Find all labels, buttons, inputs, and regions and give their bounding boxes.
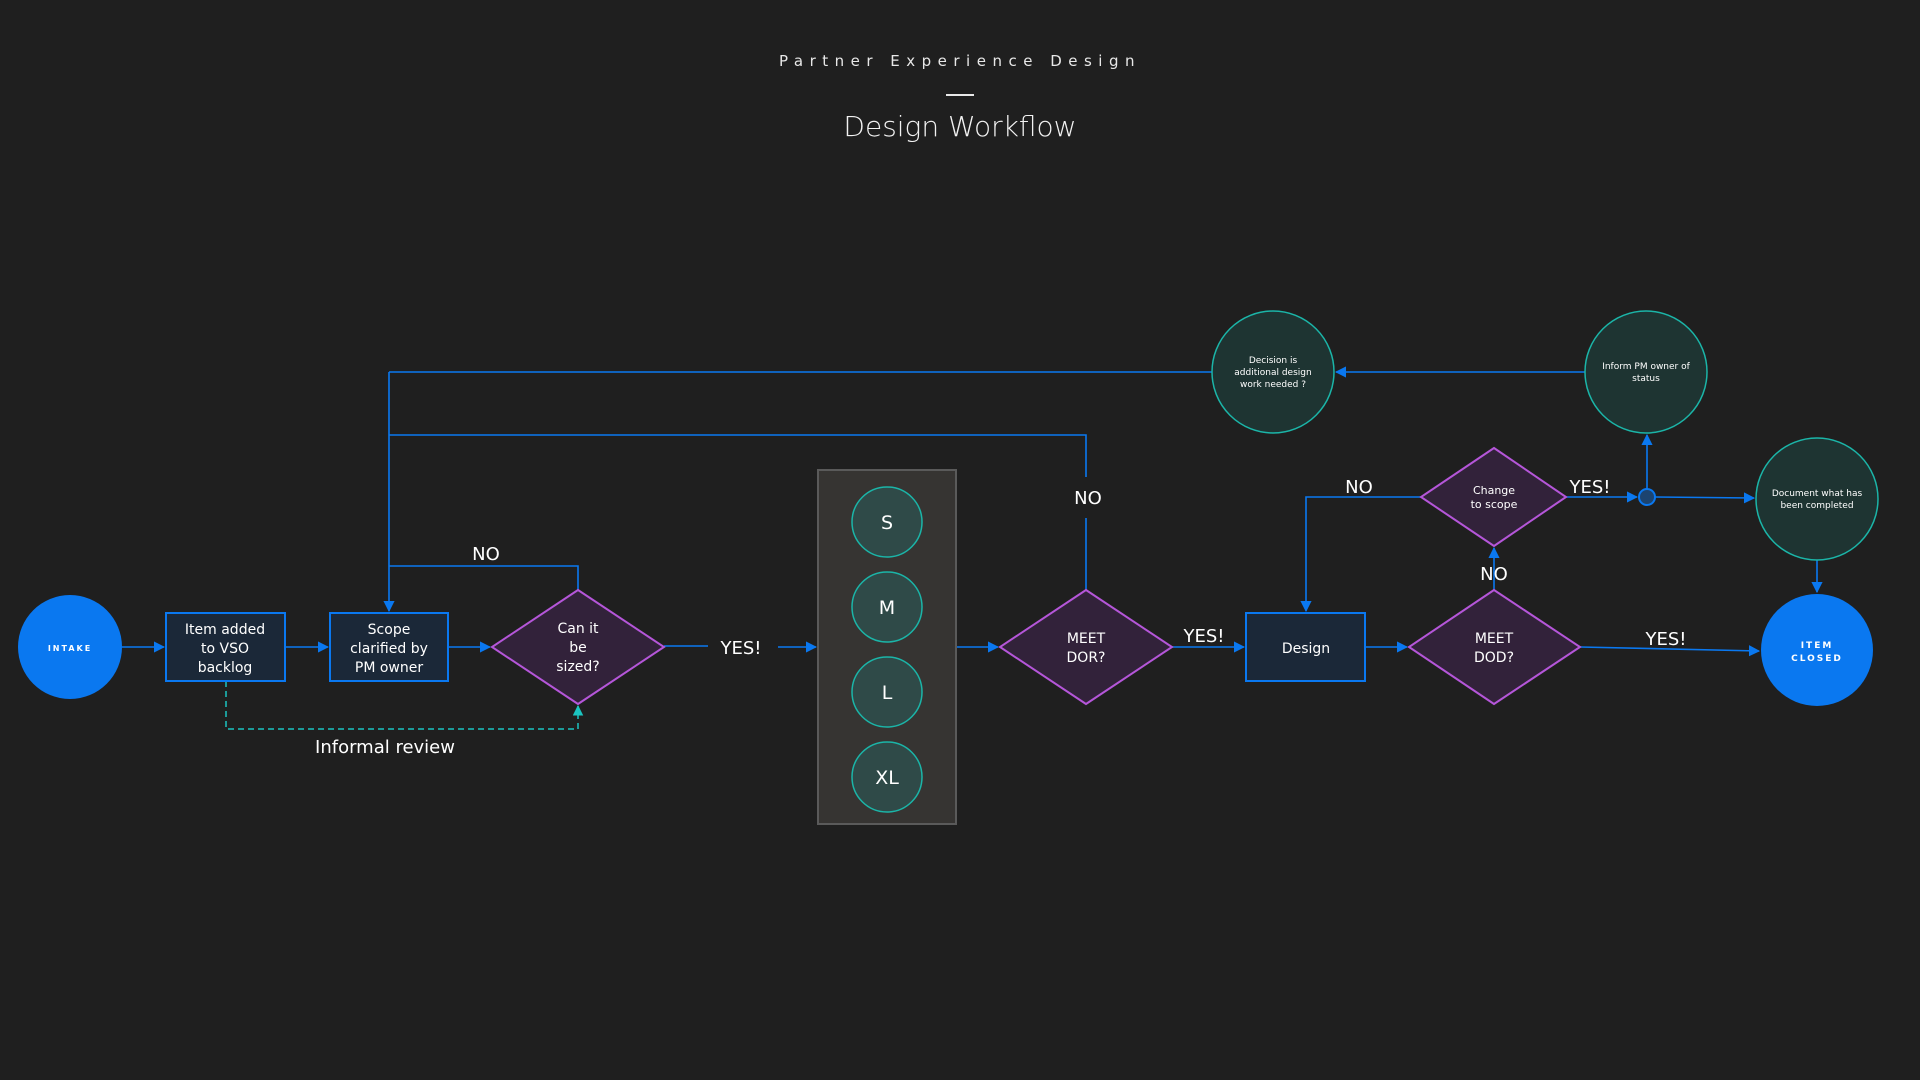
- decision-line-2: additional design: [1234, 368, 1311, 378]
- scope-line-1: Scope: [368, 622, 411, 638]
- sized-line-3: sized?: [556, 659, 599, 675]
- meet-dod-decision[interactable]: MEET DOD?: [1407, 588, 1582, 706]
- size-option-s[interactable]: S: [851, 486, 923, 558]
- inform-line-1: Inform PM owner of: [1602, 362, 1690, 372]
- label-change-yes: YES!: [1568, 477, 1610, 498]
- change-line-2: to scope: [1471, 498, 1518, 511]
- item-added-line-2: to VSO: [201, 641, 249, 657]
- dor-line-1: MEET: [1067, 631, 1106, 647]
- dod-line-1: MEET: [1475, 631, 1514, 647]
- junction-node: [1638, 488, 1656, 506]
- edge-dor-no-b: [389, 434, 1087, 477]
- item-closed-node[interactable]: ITEM CLOSED: [1761, 594, 1873, 706]
- document-line-1: Document what has: [1772, 489, 1863, 499]
- document-completed-node[interactable]: Document what has been completed: [1755, 437, 1879, 561]
- inform-pm-node[interactable]: Inform PM owner of status: [1584, 310, 1708, 434]
- item-added-line-1: Item added: [185, 622, 265, 638]
- closed-line-1: ITEM: [1801, 641, 1834, 651]
- label-dor-yes: YES!: [1182, 626, 1224, 647]
- edge-sized-no: [389, 565, 579, 590]
- intake-node[interactable]: INTAKE: [18, 595, 122, 699]
- closed-line-2: CLOSED: [1791, 654, 1843, 664]
- label-change-no: NO: [1345, 477, 1373, 498]
- decision-line-3: work needed ?: [1240, 380, 1306, 390]
- can-it-be-sized-decision[interactable]: Can it be sized?: [490, 588, 666, 706]
- size-m-label: M: [879, 597, 895, 619]
- label-sized-no: NO: [472, 544, 500, 565]
- intake-label: INTAKE: [48, 644, 92, 653]
- change-to-scope-decision[interactable]: Change to scope: [1419, 446, 1568, 548]
- change-line-1: Change: [1473, 484, 1515, 497]
- scope-line-2: clarified by: [350, 641, 428, 657]
- edge-junction-to-document: [1654, 492, 1756, 504]
- decision-line-1: Decision is: [1249, 356, 1298, 366]
- size-xl-label: XL: [875, 767, 899, 789]
- size-option-m[interactable]: M: [851, 571, 923, 643]
- workflow-diagram: INTAKE Item added to VSO backlog Scope c…: [18, 310, 1879, 825]
- label-informal-review: Informal review: [315, 737, 455, 758]
- dod-line-2: DOD?: [1474, 650, 1514, 666]
- inform-line-2: status: [1632, 374, 1660, 384]
- edge-change-no: [1300, 496, 1421, 613]
- size-option-xl[interactable]: XL: [851, 741, 923, 813]
- scope-clarified-node[interactable]: Scope clarified by PM owner: [329, 612, 449, 682]
- item-added-line-3: backlog: [198, 660, 253, 676]
- label-dor-no: NO: [1074, 488, 1102, 509]
- label-dod-no: NO: [1480, 564, 1508, 585]
- connectors: [122, 366, 1823, 657]
- size-option-l[interactable]: L: [851, 656, 923, 728]
- label-sized-yes: YES!: [719, 638, 761, 659]
- sized-line-1: Can it: [557, 621, 599, 637]
- edge-informal-review: [225, 681, 584, 730]
- size-s-label: S: [881, 512, 893, 534]
- decision-additional-node[interactable]: Decision is additional design work neede…: [1211, 310, 1335, 434]
- scope-line-3: PM owner: [355, 660, 423, 676]
- item-added-node[interactable]: Item added to VSO backlog: [165, 612, 286, 682]
- dor-line-2: DOR?: [1067, 650, 1106, 666]
- size-panel: S M L XL: [817, 469, 957, 825]
- label-dod-yes: YES!: [1644, 629, 1686, 650]
- design-label: Design: [1282, 641, 1330, 657]
- sized-line-2: be: [569, 640, 587, 656]
- design-node[interactable]: Design: [1245, 612, 1366, 682]
- meet-dor-decision[interactable]: MEET DOR?: [998, 588, 1174, 706]
- size-l-label: L: [882, 682, 893, 704]
- document-line-2: been completed: [1780, 501, 1853, 511]
